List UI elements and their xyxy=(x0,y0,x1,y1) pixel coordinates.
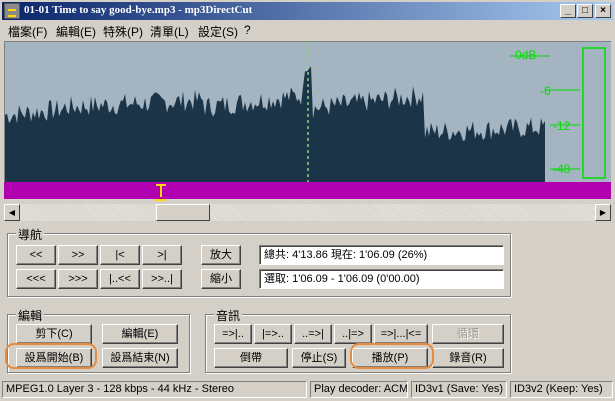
menu-list[interactable]: 清單(L) xyxy=(150,23,189,40)
vu-label-0db: 0dB xyxy=(515,48,537,62)
edit-button[interactable]: 編輯(E) xyxy=(102,324,178,344)
nav-fast-back-button[interactable]: <<< xyxy=(16,269,56,289)
rewind-button[interactable]: 倒帶 xyxy=(214,348,288,368)
vu-meter-frame xyxy=(582,47,606,179)
position-info: 總共: 4'13.86 現在: 1'06.09 (26%) xyxy=(259,245,504,265)
main-window: 01-01 Time to say good-bye.mp3 - mp3Dire… xyxy=(0,0,615,401)
play-from-end-button[interactable]: ..|=> xyxy=(334,324,372,344)
vu-label-minus12: -12 xyxy=(553,119,571,133)
close-button[interactable]: × xyxy=(595,4,611,18)
selection-bar[interactable] xyxy=(4,182,611,201)
maximize-button[interactable]: □ xyxy=(577,4,593,18)
audio-group: 音訊 =>|.. |=>.. ..=>| ..|=> =>|...|<= 循環 … xyxy=(205,307,511,373)
menu-help[interactable]: ? xyxy=(244,23,251,37)
play-to-cursor-button[interactable]: =>|.. xyxy=(214,324,252,344)
play-from-cursor-button[interactable]: |=>.. xyxy=(254,324,292,344)
nav-fast-forward-button[interactable]: >>> xyxy=(58,269,98,289)
edit-group-title: 編輯 xyxy=(16,307,45,324)
menu-bar: 檔案(F) 編輯(E) 特殊(P) 清單(L) 設定(S) ? xyxy=(2,21,613,40)
zoom-out-button[interactable]: 縮小 xyxy=(201,269,241,289)
audio-group-title: 音訊 xyxy=(214,307,243,324)
title-bar[interactable]: 01-01 Time to say good-bye.mp3 - mp3Dire… xyxy=(2,2,613,20)
status-format: MPEG1.0 Layer 3 - 128 kbps - 44 kHz - St… xyxy=(2,381,307,398)
scroll-left-button[interactable]: ◀ xyxy=(4,204,20,221)
scroll-thumb[interactable] xyxy=(156,204,210,221)
nav-go-start-button[interactable]: |< xyxy=(100,245,140,265)
vu-label-minus6: -6 xyxy=(540,84,551,98)
record-button[interactable]: 錄音(R) xyxy=(432,348,504,368)
status-bar: MPEG1.0 Layer 3 - 128 kbps - 44 kHz - St… xyxy=(2,381,613,399)
nav-back-button[interactable]: << xyxy=(16,245,56,265)
navigation-group: 導航 << >> |< >| <<< >>> |..<< >>..| 放大 縮小… xyxy=(7,226,511,297)
set-start-button[interactable]: 設爲開始(B) xyxy=(16,348,92,368)
window-title: 01-01 Time to say good-bye.mp3 - mp3Dire… xyxy=(24,4,253,16)
selection-info: 選取: 1'06.09 - 1'06.09 (0'00.00) xyxy=(259,269,504,289)
menu-edit[interactable]: 編輯(E) xyxy=(56,23,96,40)
menu-special[interactable]: 特殊(P) xyxy=(103,23,143,40)
nav-to-selection-start-button[interactable]: |..<< xyxy=(100,269,140,289)
menu-file[interactable]: 檔案(F) xyxy=(8,23,47,40)
waveform-shape xyxy=(5,66,545,182)
edit-group: 編輯 剪下(C) 編輯(E) 設爲開始(B) 設爲結束(N) xyxy=(7,307,190,373)
loop-button[interactable]: 循環 xyxy=(432,324,504,344)
stop-button[interactable]: 停止(S) xyxy=(292,348,346,368)
navigation-group-title: 導航 xyxy=(16,226,45,243)
minimize-button[interactable]: _ xyxy=(560,4,576,18)
app-icon[interactable] xyxy=(4,3,20,19)
menu-settings[interactable]: 設定(S) xyxy=(198,23,238,40)
cursor-marker-icon[interactable] xyxy=(156,184,166,201)
play-button[interactable]: 播放(P) xyxy=(352,348,428,368)
nav-forward-button[interactable]: >> xyxy=(58,245,98,265)
waveform-display[interactable]: 0dB -6 -12 -48 xyxy=(4,41,611,182)
status-decoder: Play decoder: ACM xyxy=(310,381,408,398)
play-selection-button[interactable]: =>|...|<= xyxy=(374,324,428,344)
set-end-button[interactable]: 設爲結束(N) xyxy=(102,348,178,368)
zoom-in-button[interactable]: 放大 xyxy=(201,245,241,265)
play-to-end-button[interactable]: ..=>| xyxy=(294,324,332,344)
cut-button[interactable]: 剪下(C) xyxy=(16,324,92,344)
vu-label-minus48: -48 xyxy=(553,162,571,176)
waveform-graph[interactable] xyxy=(5,42,611,182)
status-id3v2: ID3v2 (Keep: Yes) xyxy=(510,381,613,398)
status-id3v1: ID3v1 (Save: Yes) xyxy=(411,381,507,398)
horizontal-scrollbar[interactable]: ◀ ▶ xyxy=(4,204,611,221)
nav-go-end-button[interactable]: >| xyxy=(142,245,182,265)
nav-to-selection-end-button[interactable]: >>..| xyxy=(142,269,182,289)
scroll-right-button[interactable]: ▶ xyxy=(595,204,611,221)
